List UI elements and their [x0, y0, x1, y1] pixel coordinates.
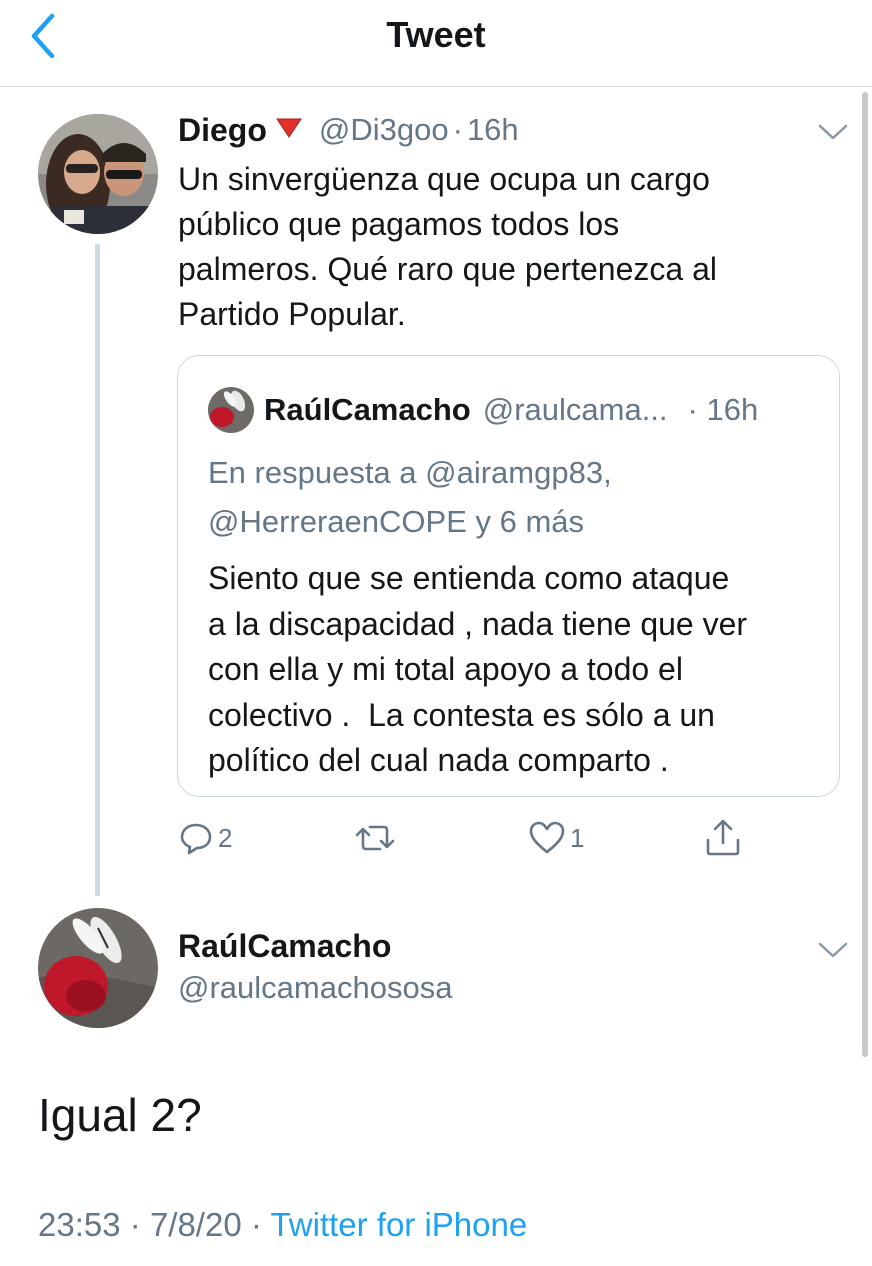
quoted-reply-line: @HerreraenCOPE y 6 más — [208, 504, 585, 539]
chevron-down-icon — [818, 942, 848, 958]
navigation-header: Tweet — [0, 0, 872, 87]
tweet2-date: 7/8/20 — [149, 1206, 242, 1243]
share-button[interactable] — [704, 818, 742, 858]
scrollbar[interactable] — [862, 92, 868, 1057]
tweet1-author-name[interactable]: Diego — [178, 112, 267, 149]
tweet1-text-line: palmeros. Qué raro que pertenezca al — [178, 251, 717, 287]
quoted-author-name: RaúlCamacho — [264, 392, 471, 427]
meta-separator: · — [250, 1206, 262, 1243]
quoted-time: · 16h — [687, 392, 759, 427]
reply-count: 2 — [218, 822, 233, 853]
quoted-text-line: a la discapacidad , nada tiene que ver — [208, 605, 748, 642]
red-down-triangle-icon — [275, 117, 303, 144]
quoted-tweet-card[interactable]: RaúlCamacho @raulcama... · 16h En respue… — [177, 355, 840, 797]
tweet1-time[interactable]: 16h — [467, 112, 519, 148]
quoted-reply-context: En respuesta a @airamgp83, @HerreraenCOP… — [208, 448, 828, 546]
tweet2-author-name[interactable]: RaúlCamacho — [178, 928, 391, 965]
retweet-icon — [355, 825, 395, 851]
reply-button[interactable]: 2 — [178, 818, 232, 858]
like-count: 1 — [570, 822, 585, 853]
tweet1-more-button[interactable] — [816, 120, 850, 144]
quoted-text-line: político del cual nada comparto . — [208, 742, 669, 778]
tweet1-author-row: Diego @Di3goo · 16h — [178, 110, 519, 150]
tweet-detail-screen: Tweet Diego @Di3goo · 16h Un sinvergüenz… — [0, 0, 872, 1266]
page-title: Tweet — [386, 14, 486, 55]
tweet1-separator: · — [452, 112, 463, 147]
thread-connector-line — [95, 244, 100, 896]
quoted-text-line: con ella y mi total apoyo a todo el — [208, 651, 683, 687]
retweet-button[interactable] — [354, 818, 400, 858]
quoted-reply-line: En respuesta a @airamgp83, — [208, 455, 612, 490]
avatar-photo — [38, 114, 158, 234]
tweet1-text-line: público que pagamos todos los — [178, 206, 620, 242]
avatar-photo — [38, 908, 158, 1028]
tweet1-text-line: Partido Popular. — [178, 296, 406, 332]
quoted-author-handle: @raulcama... — [482, 392, 668, 427]
avatar-diego[interactable] — [38, 114, 158, 234]
share-icon — [706, 819, 740, 856]
meta-separator: · — [129, 1206, 141, 1243]
chevron-down-icon — [818, 124, 848, 140]
tweet2-text: Igual 2? — [38, 1089, 202, 1141]
tweet2-time: 23:53 — [38, 1206, 121, 1243]
avatar-raulcamacho[interactable] — [38, 908, 158, 1028]
tweet2-meta: 23:53 · 7/8/20 · Twitter for iPhone — [38, 1206, 527, 1244]
tweet1-text-line: Un sinvergüenza que ocupa un cargo — [178, 161, 710, 197]
tweet2-author-handle[interactable]: @raulcamachososa — [178, 970, 452, 1006]
quoted-text: Siento que se entienda como ataque a la … — [208, 556, 828, 784]
quoted-text-line: Siento que se entienda como ataque — [208, 560, 730, 596]
heart-icon — [529, 821, 565, 854]
reply-icon — [180, 823, 212, 855]
quoted-text-line: colectivo . La contesta es sólo a un — [208, 696, 715, 733]
tweet2-source-link[interactable]: Twitter for iPhone — [270, 1206, 527, 1243]
tweet1-text: Un sinvergüenza que ocupa un cargo públi… — [178, 157, 838, 337]
quoted-author-row: RaúlCamacho @raulcama... · 16h — [208, 387, 759, 433]
tweet2-more-button[interactable] — [816, 938, 850, 962]
quoted-avatar — [208, 387, 254, 433]
like-button[interactable]: 1 — [528, 818, 584, 858]
tweet1-author-handle[interactable]: @Di3goo — [319, 112, 449, 148]
